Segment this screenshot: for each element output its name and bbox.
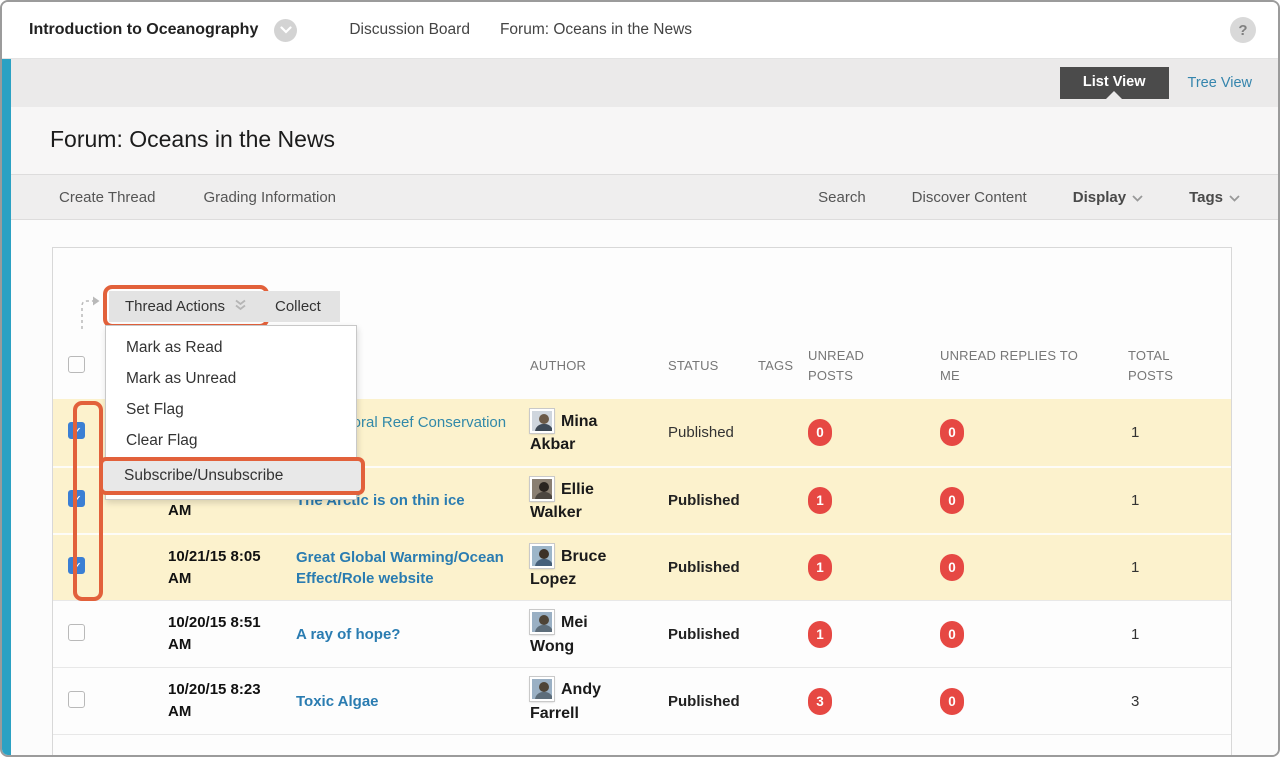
total-posts: 1 (1128, 559, 1231, 576)
tags-menu-button[interactable]: Tags (1189, 189, 1240, 206)
breadcrumb-discussion-board[interactable]: Discussion Board (349, 21, 470, 39)
row-checkbox[interactable] (68, 557, 85, 574)
header-status[interactable]: STATUS (668, 356, 758, 376)
unread-replies-badge[interactable]: 0 (940, 487, 964, 514)
thread-status: Published (668, 492, 758, 509)
table-row: 10/20/15 8:23 AM Toxic Algae Andy Farrel… (53, 667, 1231, 734)
page-title: Forum: Oceans in the News (50, 126, 1278, 153)
avatar (530, 677, 554, 701)
help-icon[interactable]: ? (1230, 17, 1256, 43)
row-checkbox[interactable] (68, 624, 85, 641)
thread-date: 10/20/15 8:23 AM (168, 679, 286, 723)
chevron-down-icon (280, 26, 292, 34)
avatar (530, 610, 554, 634)
thread-link[interactable]: Toxic Algae (296, 691, 379, 712)
view-tab-band: List View Tree View (2, 59, 1278, 107)
thread-status: Published (668, 693, 758, 710)
select-all-arrow-icon (78, 294, 104, 335)
thread-date: 10/21/15 8:05 AM (168, 546, 286, 590)
breadcrumb-forum: Forum: Oceans in the News (500, 21, 692, 39)
tab-list-view[interactable]: List View (1060, 67, 1169, 99)
thread-actions-label: Thread Actions (125, 298, 225, 315)
chevron-down-icon (1229, 189, 1240, 206)
thread-link[interactable]: Great Global Warming/Ocean Effect/Role w… (296, 547, 522, 589)
header-unread-replies[interactable]: UNREAD REPLIES TO ME (940, 346, 1100, 386)
unread-posts-badge[interactable]: 1 (808, 487, 832, 514)
thread-actions-menu: Mark as Read Mark as Unread Set Flag Cle… (105, 325, 357, 500)
display-label: Display (1073, 189, 1126, 206)
unread-posts-badge[interactable]: 3 (808, 688, 832, 715)
table-row: 10/21/15 8:05 AM Great Global Warming/Oc… (53, 533, 1231, 600)
total-posts: 1 (1128, 492, 1231, 509)
thread-link[interactable]: A ray of hope? (296, 624, 400, 645)
grading-information-button[interactable]: Grading Information (203, 189, 336, 206)
unread-replies-badge[interactable]: 0 (940, 621, 964, 648)
thread-actions-button[interactable]: Thread Actions (109, 291, 263, 322)
unread-replies-badge[interactable]: 0 (940, 688, 964, 715)
table-row: 10/20/15 8:51 AM A ray of hope? Mei Wong… (53, 600, 1231, 667)
chevron-down-icon (1132, 189, 1143, 206)
tags-label: Tags (1189, 189, 1223, 206)
unread-posts-badge[interactable]: 1 (808, 621, 832, 648)
course-title: Introduction to Oceanography (29, 21, 258, 39)
thread-status: Published (668, 559, 758, 576)
menu-item-clear-flag[interactable]: Clear Flag (106, 425, 356, 456)
app-window: Introduction to Oceanography Discussion … (0, 0, 1280, 757)
menu-item-set-flag[interactable]: Set Flag (106, 394, 356, 425)
unread-posts-badge[interactable]: 1 (808, 554, 832, 581)
accent-strip (2, 59, 11, 757)
topbar: Introduction to Oceanography Discussion … (2, 2, 1278, 59)
display-menu-button[interactable]: Display (1073, 189, 1143, 206)
avatar (530, 409, 554, 433)
row-checkbox[interactable] (68, 422, 85, 439)
total-posts: 3 (1128, 693, 1231, 710)
header-tags[interactable]: TAGS (758, 356, 808, 376)
unread-replies-badge[interactable]: 0 (940, 419, 964, 446)
course-menu-button[interactable] (274, 19, 297, 42)
action-bar: Create Thread Grading Information Search… (2, 174, 1278, 220)
total-posts: 1 (1128, 424, 1231, 441)
thread-actions-highlight: Thread Actions (103, 285, 269, 328)
table-toolbar: Thread Actions Collect (53, 248, 1231, 333)
row-checkbox[interactable] (68, 490, 85, 507)
row-checkbox[interactable] (68, 691, 85, 708)
menu-item-subscribe-unsubscribe[interactable]: Subscribe/Unsubscribe (99, 457, 365, 495)
double-chevron-down-icon (234, 298, 247, 315)
create-thread-button[interactable]: Create Thread (59, 189, 155, 206)
table-end-divider (53, 734, 1231, 735)
thread-status: Published (668, 626, 758, 643)
total-posts: 1 (1128, 626, 1231, 643)
avatar (530, 544, 554, 568)
menu-item-mark-as-unread[interactable]: Mark as Unread (106, 363, 356, 394)
menu-item-mark-as-read[interactable]: Mark as Read (106, 332, 356, 363)
select-all-checkbox[interactable] (68, 356, 85, 373)
thread-table: Thread Actions Collect AUTHOR STATUS TAG… (52, 247, 1232, 757)
search-button[interactable]: Search (818, 189, 866, 206)
header-total-posts[interactable]: TOTAL POSTS (1128, 346, 1192, 386)
header-author[interactable]: AUTHOR (530, 356, 668, 376)
heading-area: Forum: Oceans in the News (2, 107, 1278, 174)
unread-replies-badge[interactable]: 0 (940, 554, 964, 581)
thread-date: 10/20/15 8:51 AM (168, 612, 286, 656)
tab-tree-view[interactable]: Tree View (1188, 75, 1252, 91)
thread-status: Published (668, 424, 758, 441)
collect-button[interactable]: Collect (256, 291, 340, 322)
avatar (530, 477, 554, 501)
discover-content-button[interactable]: Discover Content (912, 189, 1027, 206)
header-unread-posts[interactable]: UNREAD POSTS (808, 346, 894, 386)
unread-posts-badge[interactable]: 0 (808, 419, 832, 446)
